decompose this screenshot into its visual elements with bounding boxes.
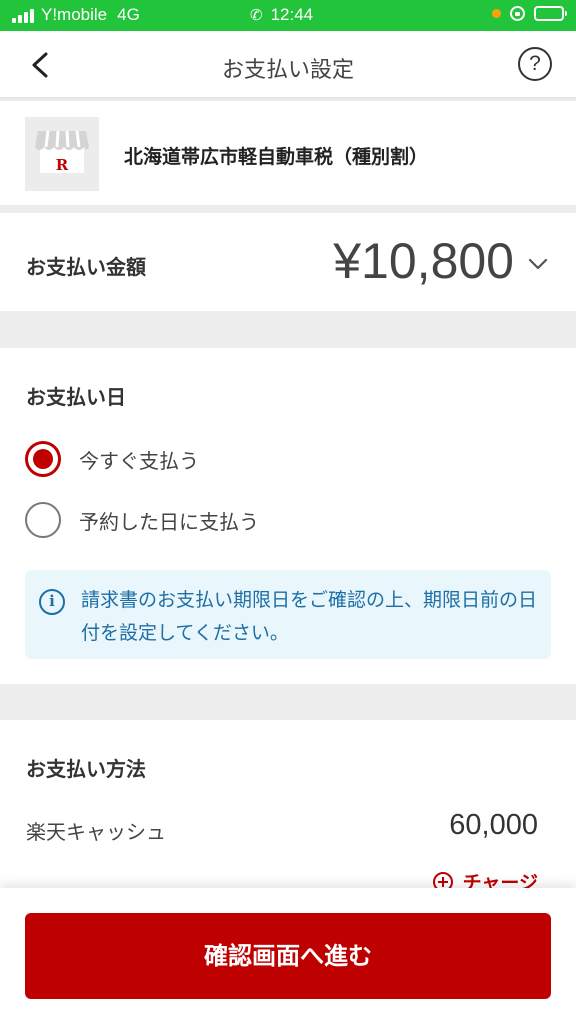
amount-label: お支払い金額 xyxy=(26,255,146,279)
radio-label: 今すぐ支払う xyxy=(79,448,199,473)
footer-bar: 確認画面へ進む xyxy=(0,888,576,1024)
network-type: 4G xyxy=(117,5,140,24)
battery-icon xyxy=(534,6,567,21)
carrier-name: Y!mobile xyxy=(41,5,108,24)
amount-value: ¥10,800 xyxy=(333,233,514,289)
info-icon: i xyxy=(39,589,65,615)
header-bar: お支払い設定 ? xyxy=(0,31,576,99)
status-bar: Y!mobile 4G ✆ 12:44 xyxy=(0,0,576,31)
clock: 12:44 xyxy=(270,5,314,24)
amount-row[interactable]: お支払い金額 ¥10,800 xyxy=(0,213,576,311)
radio-pay-scheduled[interactable]: 予約した日に支払う xyxy=(25,500,259,540)
help-icon: ? xyxy=(529,52,541,75)
payment-method-balance: 60,000 xyxy=(449,809,538,841)
biller-name: 北海道帯広市軽自動車税（種別割） xyxy=(124,146,429,168)
radio-selected-icon[interactable] xyxy=(25,441,61,477)
storefront-r-icon: R xyxy=(25,117,99,191)
status-left: Y!mobile 4G xyxy=(12,5,140,25)
status-center: ✆ 12:44 xyxy=(250,5,313,25)
svg-text:R: R xyxy=(56,156,69,174)
phone-icon: ✆ xyxy=(250,7,263,24)
signal-icon xyxy=(12,8,34,23)
payment-method-title: お支払い方法 xyxy=(26,757,146,781)
info-text: 請求書のお支払い期限日をご確認の上、期限日前の日付を設定してください。 xyxy=(81,589,538,644)
chevron-down-icon[interactable] xyxy=(526,252,550,276)
page-title: お支払い設定 xyxy=(221,58,354,83)
biller-row: R 北海道帯広市軽自動車税（種別割） xyxy=(0,101,576,209)
status-right xyxy=(492,6,567,21)
radio-label: 予約した日に支払う xyxy=(79,509,259,534)
radio-unselected-icon[interactable] xyxy=(25,502,61,538)
info-notice: i 請求書のお支払い期限日をご確認の上、期限日前の日付を設定してください。 xyxy=(25,570,551,659)
help-button[interactable]: ? xyxy=(518,47,552,81)
indicator-dot xyxy=(492,9,501,18)
payment-method-name: 楽天キャッシュ xyxy=(26,820,166,844)
orientation-lock-icon xyxy=(510,6,525,21)
payment-date-section: お支払い日 今すぐ支払う 予約した日に支払う i 請求書のお支払い期限日をご確認… xyxy=(0,348,576,684)
confirm-button[interactable]: 確認画面へ進む xyxy=(25,913,551,999)
radio-pay-now[interactable]: 今すぐ支払う xyxy=(25,439,199,479)
payment-date-title: お支払い日 xyxy=(26,385,126,409)
